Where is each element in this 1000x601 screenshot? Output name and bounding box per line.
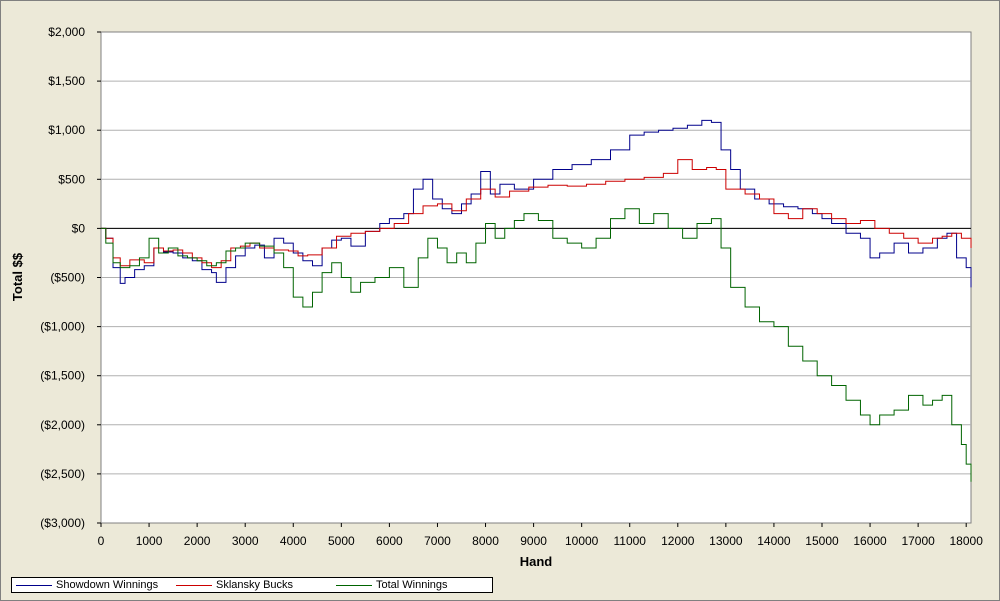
legend-item-total: Total Winnings (336, 578, 448, 592)
y-tick-label-0: $2,000 (48, 25, 85, 39)
chart-svg: $2,000 $1,500 $1,000 $500 $0 ($500) ($1,000) ($… (10, 25, 984, 569)
x-tick-label-1: 1000 (136, 534, 163, 548)
x-tick-label-5: 5000 (328, 534, 355, 548)
legend-swatch-showdown (16, 584, 52, 586)
x-tick-label-18: 18000 (950, 534, 984, 548)
x-tick-label-4: 4000 (280, 534, 307, 548)
y-tick-label-3: $500 (58, 172, 85, 186)
x-tick-label-15: 15000 (805, 534, 839, 548)
y-tick-label-4: $0 (72, 221, 86, 235)
legend-item-showdown: Showdown Winnings (16, 578, 158, 592)
x-tick-label-2: 2000 (184, 534, 211, 548)
x-tick-label-12: 12000 (661, 534, 695, 548)
legend-item-sklansky: Sklansky Bucks (176, 578, 293, 592)
y-tick-label-2: $1,000 (48, 123, 85, 137)
y-axis-title: Total $$ (10, 252, 25, 301)
x-tick-label-0: 0 (98, 534, 105, 548)
y-tick-label-6: ($1,000) (40, 320, 85, 334)
legend-label-total: Total Winnings (376, 579, 448, 591)
x-axis-title: Hand (520, 554, 553, 569)
x-tick-label-10: 10000 (565, 534, 599, 548)
x-tick-label-6: 6000 (376, 534, 403, 548)
x-axis: 0 1000 2000 3000 4000 5000 6000 7000 8000 9000 100… (98, 523, 984, 548)
y-tick-label-5: ($500) (50, 271, 85, 285)
x-tick-label-7: 7000 (424, 534, 451, 548)
y-tick-label-9: ($2,500) (40, 467, 85, 481)
x-tick-label-16: 16000 (853, 534, 887, 548)
legend-label-showdown: Showdown Winnings (56, 579, 159, 591)
y-tick-label-1: $1,500 (48, 74, 85, 88)
x-tick-label-9: 9000 (520, 534, 547, 548)
legend-swatch-total (336, 584, 372, 586)
y-tick-label-8: ($2,000) (40, 418, 85, 432)
x-tick-label-11: 11000 (613, 534, 646, 548)
y-tick-label-7: ($1,500) (40, 369, 85, 383)
x-tick-label-8: 8000 (472, 534, 499, 548)
legend-label-sklansky: Sklansky Bucks (216, 579, 294, 591)
x-tick-label-17: 17000 (901, 534, 935, 548)
legend: Showdown Winnings Sklansky Bucks Total W… (11, 577, 493, 593)
x-tick-label-13: 13000 (709, 534, 743, 548)
y-tick-label-10: ($3,000) (40, 516, 85, 530)
legend-swatch-sklansky (176, 584, 212, 586)
x-tick-label-14: 14000 (757, 534, 791, 548)
y-axis: $2,000 $1,500 $1,000 $500 $0 ($500) ($1,000) ($… (40, 25, 101, 530)
x-tick-label-3: 3000 (232, 534, 259, 548)
